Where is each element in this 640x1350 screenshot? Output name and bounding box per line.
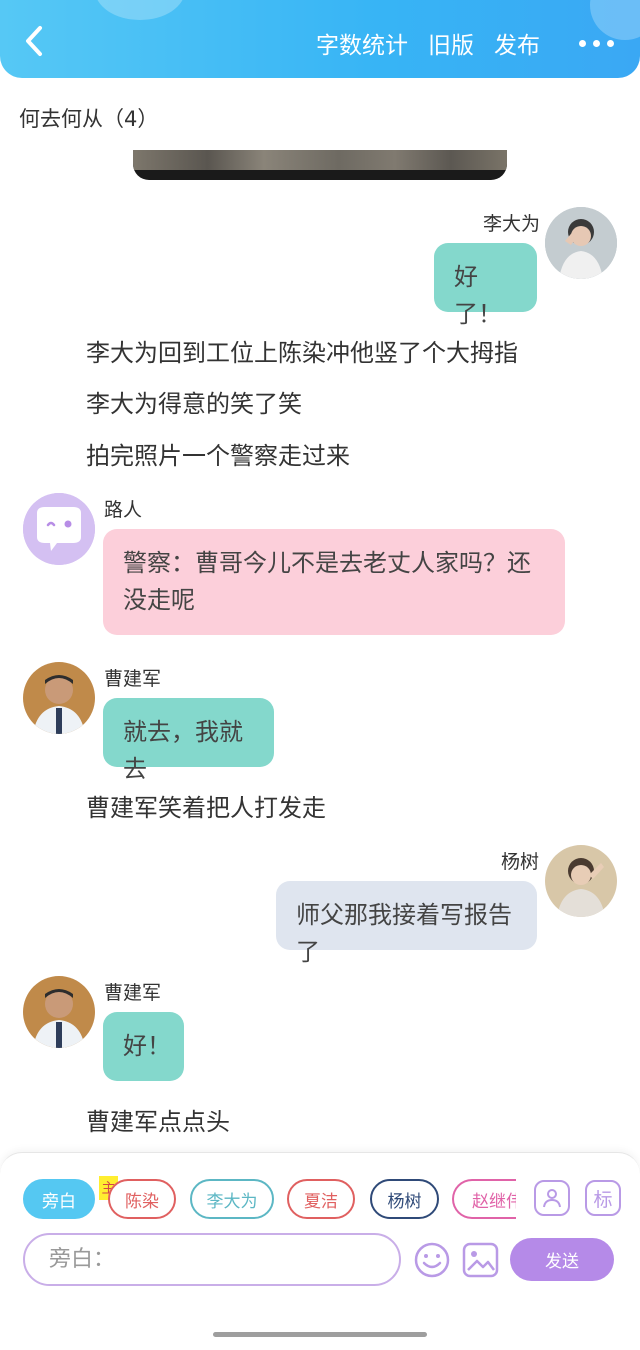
role-li-button[interactable]: 李大为 [190,1179,274,1219]
speaker-name: 李大为 [483,213,541,235]
emoji-icon[interactable] [413,1241,451,1279]
role-narrator-button[interactable]: 旁白 [23,1179,95,1219]
avatar[interactable] [23,662,95,734]
old-version-button[interactable]: 旧版 [428,26,474,60]
message-input[interactable] [23,1233,401,1286]
word-count-button[interactable]: 字数统计 [316,26,408,60]
more-dots-icon[interactable] [579,40,614,47]
avatar[interactable] [23,493,95,565]
avatar[interactable] [23,976,95,1048]
message-bubble: 就去，我就去 [103,698,274,783]
speaker-name: 曹建军 [104,982,162,1004]
speaker-name: 路人 [104,499,143,521]
message-bubble: 好了！ [434,243,537,328]
send-button[interactable]: 发送 [510,1238,614,1281]
message-bubble: 师父那我接着写报告了 [276,881,537,966]
chevron-left-icon [26,26,42,56]
avatar[interactable] [545,845,617,917]
speaker-name: 曹建军 [104,668,162,690]
narration-text: 曹建军笑着把人打发走 [86,794,326,822]
narration-text: 李大为回到工位上陈染冲他竖了个大拇指 [86,339,518,367]
role-chen-button[interactable]: 陈染 [108,1179,176,1219]
role-yang-button[interactable]: 杨树 [370,1179,439,1219]
speaker-name: 杨树 [501,851,540,873]
chat-bubble-icon [23,493,95,565]
chapter-title: 何去何从（4） [19,107,159,131]
message-bubble: 好！ [103,1012,184,1081]
role-zhao-button[interactable]: 赵继伟 [452,1179,516,1219]
narration-text: 拍完照片一个警察走过来 [86,442,350,470]
message-bubble: 警察：曹哥今儿不是去老丈人家吗？还没走呢 [103,529,565,635]
top-bar: 字数统计 旧版 发布 [0,0,640,78]
home-indicator [213,1332,427,1337]
back-button[interactable] [20,22,50,60]
video-thumbnail[interactable] [133,150,507,180]
avatar[interactable] [545,207,617,279]
image-icon[interactable] [462,1242,499,1278]
narration-text: 曹建军点点头 [86,1108,230,1136]
publish-button[interactable]: 发布 [494,26,540,60]
narration-text: 李大为得意的笑了笑 [86,390,302,418]
role-xia-button[interactable]: 夏洁 [287,1179,355,1219]
mark-icon[interactable]: 标 [585,1180,621,1216]
character-manage-icon[interactable] [534,1180,570,1216]
